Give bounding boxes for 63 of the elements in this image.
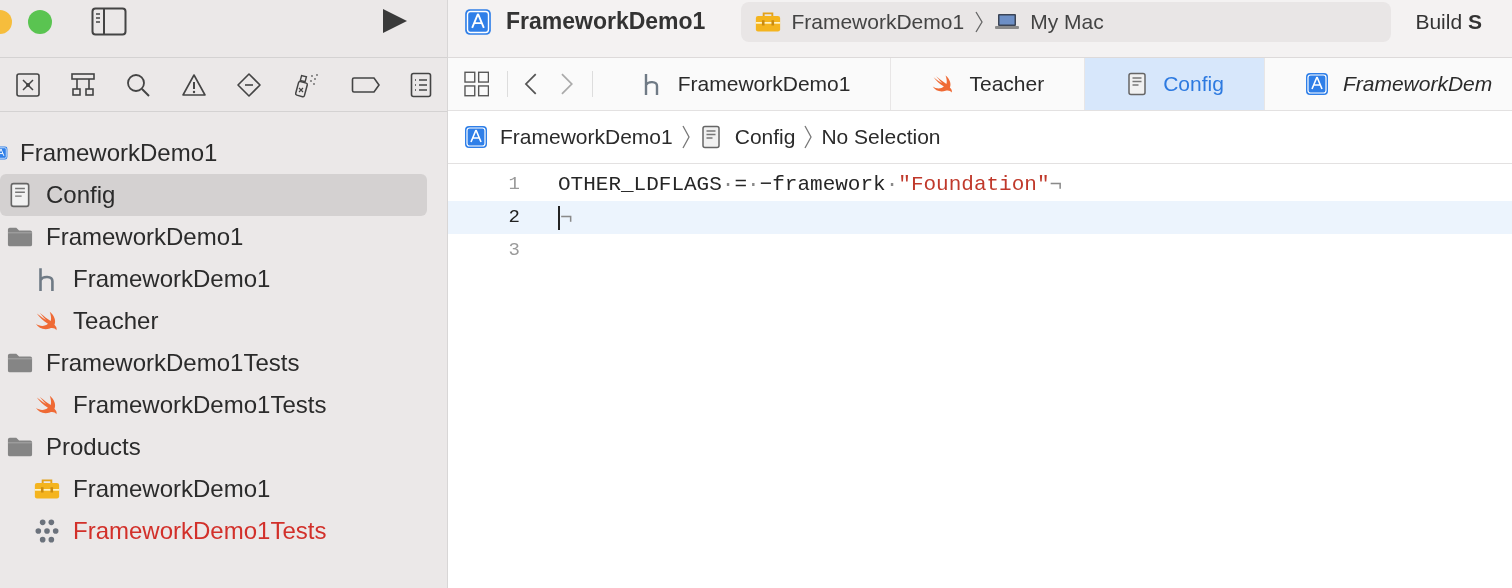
tree-item[interactable]: Products — [0, 426, 427, 468]
editor-tab[interactable]: FrameworkDem — [1263, 58, 1512, 110]
line-number: 3 — [507, 238, 520, 264]
build-status: Build S — [1415, 8, 1482, 35]
item-label: FrameworkDemo1 — [73, 474, 271, 504]
hierarchy-icon[interactable] — [70, 71, 97, 98]
tree-item[interactable]: FrameworkDemo1Tests — [0, 342, 427, 384]
scheme-name: FrameworkDemo1 — [791, 8, 965, 35]
search-icon[interactable] — [125, 71, 152, 98]
item-label: Products — [46, 432, 141, 462]
item-label: FrameworkDemo1Tests — [73, 516, 327, 546]
whitespace-mark: · — [747, 171, 760, 198]
scheme-selector[interactable]: FrameworkDemo1 My Mac — [741, 1, 1392, 42]
chevron-icon — [680, 124, 691, 150]
code-token: "Foundation" — [898, 171, 1050, 198]
tree-item[interactable]: FrameworkDemo1 — [0, 258, 427, 300]
tree-item[interactable]: Teacher — [0, 300, 427, 342]
jump-bar-item[interactable]: FrameworkDemo1 — [500, 121, 673, 153]
app-icon — [464, 7, 492, 36]
text-cursor — [558, 205, 560, 230]
report-list-icon[interactable] — [410, 71, 433, 98]
tree-item[interactable]: Config — [0, 174, 427, 216]
code-token: = — [734, 171, 748, 198]
sidebar-toggle-icon[interactable] — [91, 7, 127, 36]
tree-item[interactable]: FrameworkDemo1 — [0, 132, 427, 174]
tree-item[interactable]: FrameworkDemo1Tests — [0, 384, 427, 426]
project-navigator-icon[interactable] — [14, 71, 41, 98]
item-label: FrameworkDemo1Tests — [46, 348, 300, 378]
chevron-icon — [803, 124, 814, 150]
tree-item[interactable]: FrameworkDemo1 — [0, 216, 427, 258]
grid-icon[interactable] — [464, 71, 490, 97]
toolbox-icon — [34, 476, 60, 502]
back-icon[interactable] — [524, 72, 539, 96]
tree-item[interactable]: FrameworkDemo1Tests — [0, 510, 427, 552]
code-token: −framework — [759, 171, 886, 198]
whitespace-mark: · — [721, 171, 735, 198]
whitespace-mark: ¬ — [1049, 171, 1063, 198]
app-icon — [1304, 72, 1329, 96]
dots-cluster-icon — [34, 518, 60, 544]
warning-icon[interactable] — [180, 72, 207, 97]
laptop-icon — [994, 12, 1021, 31]
chevron-icon — [974, 9, 985, 34]
jump-bar-item[interactable]: No Selection — [821, 121, 941, 153]
whitespace-mark: · — [885, 171, 899, 198]
item-label: FrameworkDemo1 — [73, 264, 271, 294]
run-icon[interactable] — [382, 8, 408, 34]
diamond-minus-icon[interactable] — [236, 71, 263, 98]
item-label: Config — [46, 180, 116, 210]
code-token: OTHER_LDFLAGS — [558, 171, 722, 198]
window-title: FrameworkDemo1 — [506, 7, 706, 37]
editor-tab[interactable]: FrameworkDemo1 — [639, 58, 891, 110]
line-number: 2 — [507, 205, 520, 231]
item-label: FrameworkDemo1 — [46, 222, 244, 252]
app-icon — [464, 125, 488, 149]
item-label: FrameworkDemo1Tests — [73, 390, 327, 420]
whitespace-mark: ¬ — [560, 204, 573, 231]
item-label: Teacher — [73, 306, 159, 336]
item-label: FrameworkDemo1 — [20, 138, 218, 168]
tag-icon[interactable] — [350, 75, 381, 94]
jump-bar-item[interactable]: Config — [734, 121, 796, 153]
line-number: 1 — [507, 172, 520, 198]
tree-item[interactable]: FrameworkDemo1 — [0, 468, 427, 510]
destination-name: My Mac — [1030, 8, 1104, 35]
